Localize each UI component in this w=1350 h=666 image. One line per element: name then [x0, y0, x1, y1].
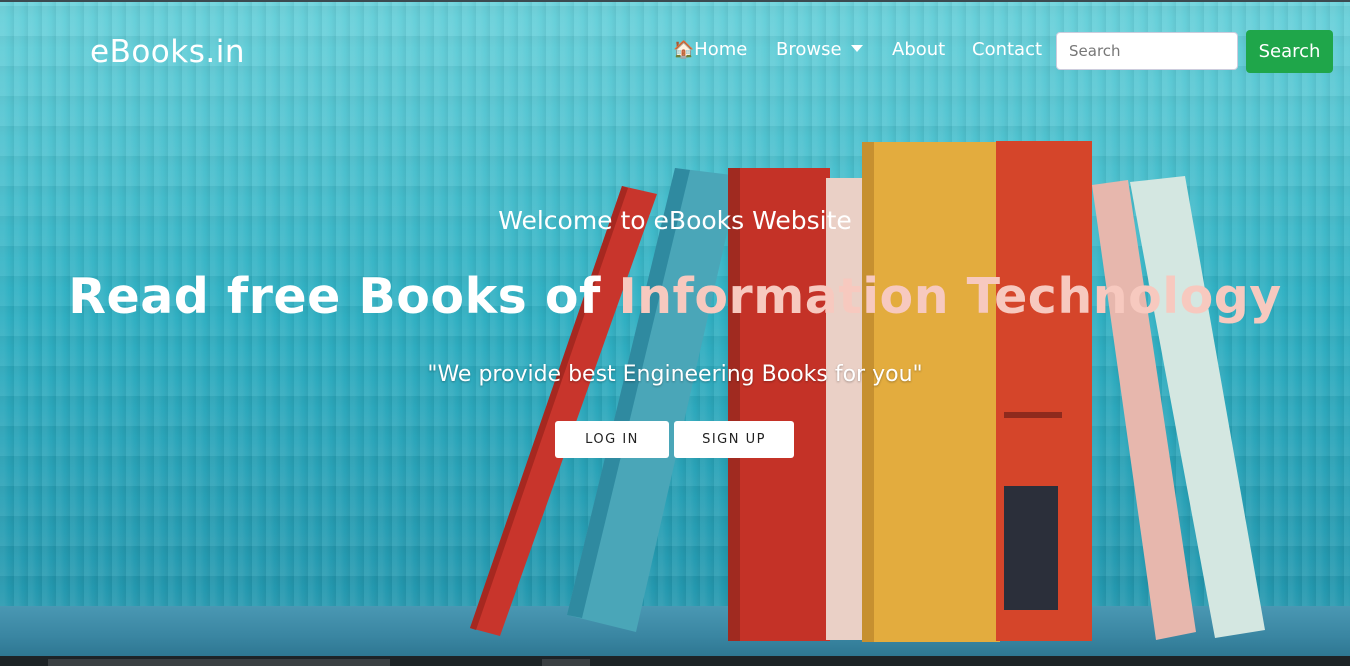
welcome-heading: Welcome to eBooks Website	[498, 206, 852, 235]
nav-about-link[interactable]: About	[892, 39, 945, 60]
hero-headline: Read free Books of Information Technolog…	[0, 268, 1350, 325]
taskbar-segment	[542, 659, 590, 666]
search-button[interactable]: Search	[1246, 30, 1333, 73]
nav-home-label: Home	[694, 39, 748, 60]
signup-button[interactable]: SIGN UP	[674, 421, 794, 458]
books-illustration	[470, 141, 1265, 642]
search-input[interactable]	[1056, 32, 1238, 70]
nav-home-link[interactable]: 🏠Home	[673, 39, 747, 60]
nav-browse-dropdown[interactable]: Browse	[776, 39, 863, 60]
nav-contact-link[interactable]: Contact	[972, 39, 1042, 60]
headline-accent: Information Technology	[618, 268, 1282, 325]
brand-logo[interactable]: eBooks.in	[90, 34, 245, 70]
navbar: eBooks.in 🏠Home Browse About Contact Sea…	[0, 26, 1350, 76]
taskbar-segment	[48, 659, 390, 666]
hero-background: eBooks.in 🏠Home Browse About Contact Sea…	[0, 0, 1350, 666]
chevron-down-icon	[850, 45, 863, 52]
hero-tagline: "We provide best Engineering Books for y…	[427, 362, 923, 387]
headline-text: Read free Books of	[68, 268, 619, 325]
taskbar	[0, 656, 1350, 666]
window-top-border	[0, 0, 1350, 2]
nav-browse-label: Browse	[776, 39, 842, 60]
login-button[interactable]: LOG IN	[555, 421, 669, 458]
home-icon: 🏠	[673, 40, 695, 60]
